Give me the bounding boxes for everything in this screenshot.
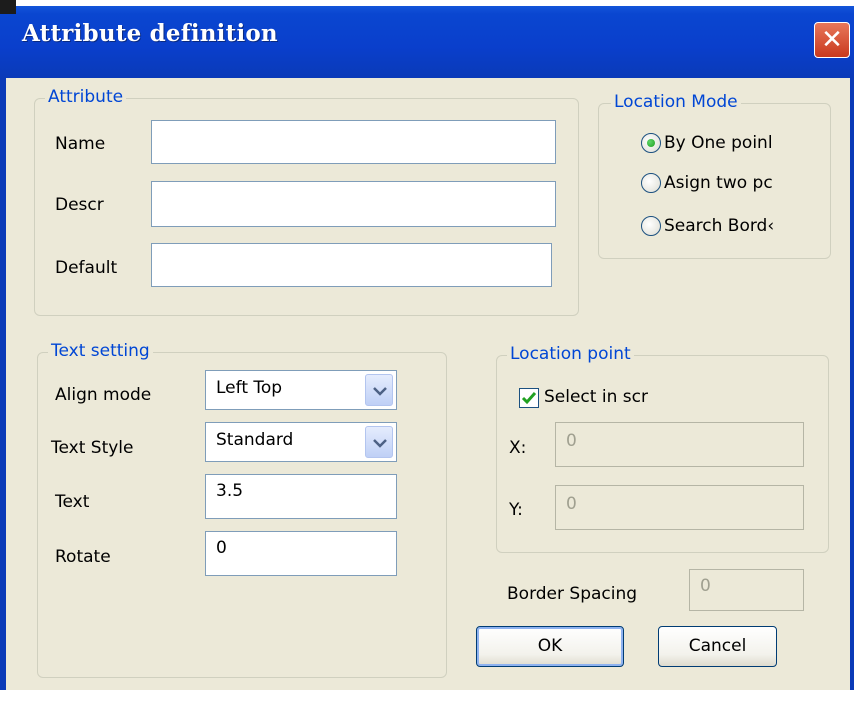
radio-button[interactable] (641, 173, 661, 193)
x-input[interactable]: 0 (555, 422, 804, 467)
chevron-down-icon[interactable] (365, 426, 393, 458)
attribute-legend: Attribute (45, 87, 127, 107)
radio-button[interactable] (641, 133, 661, 153)
rotate-input[interactable]: 0 (205, 531, 397, 576)
close-button[interactable]: ✕ (814, 22, 850, 58)
x-label: X: (509, 438, 527, 458)
ok-button[interactable]: OK (476, 626, 624, 667)
text-height-label: Text (55, 492, 90, 512)
location-mode-legend: Location Mode (611, 92, 741, 112)
select-in-screen-label: Select in scr (544, 387, 648, 407)
name-input[interactable] (151, 120, 556, 164)
text-style-select[interactable]: Standard (205, 422, 397, 462)
rotate-label: Rotate (55, 547, 111, 567)
text-setting-legend: Text setting (48, 341, 153, 361)
y-input[interactable]: 0 (555, 485, 804, 530)
name-label: Name (55, 134, 106, 154)
radio-label: Asign two pc (664, 173, 773, 193)
descr-input[interactable] (151, 181, 556, 227)
default-input[interactable] (151, 243, 552, 287)
radio-search-border[interactable]: Search Bord‹ (641, 216, 821, 242)
y-label: Y: (509, 500, 523, 520)
radio-label: By One poinl (664, 133, 773, 153)
radio-by-one-point[interactable]: By One poinl (641, 133, 821, 159)
cancel-button[interactable]: Cancel (658, 626, 777, 667)
radio-button[interactable] (641, 216, 661, 236)
align-mode-select[interactable]: Left Top (205, 370, 397, 410)
text-style-value: Standard (216, 430, 294, 450)
align-mode-value: Left Top (216, 378, 283, 398)
align-mode-label: Align mode (55, 385, 152, 405)
select-in-screen-checkbox[interactable] (519, 388, 539, 408)
text-height-input[interactable]: 3.5 (205, 474, 397, 519)
bottom-strip (0, 690, 854, 705)
close-icon: ✕ (821, 25, 843, 55)
default-label: Default (55, 258, 118, 278)
location-point-legend: Location point (507, 344, 634, 364)
radio-label: Search Bord‹ (664, 216, 775, 236)
text-style-label: Text Style (51, 438, 134, 458)
radio-asign-two-points[interactable]: Asign two pc (641, 173, 821, 199)
border-spacing-input[interactable]: 0 (689, 569, 804, 611)
descr-label: Descr (55, 195, 104, 215)
border-spacing-label: Border Spacing (507, 584, 638, 604)
chevron-down-icon[interactable] (365, 374, 393, 406)
checkmark-icon (521, 392, 537, 405)
window-title: Attribute definition (22, 20, 278, 47)
